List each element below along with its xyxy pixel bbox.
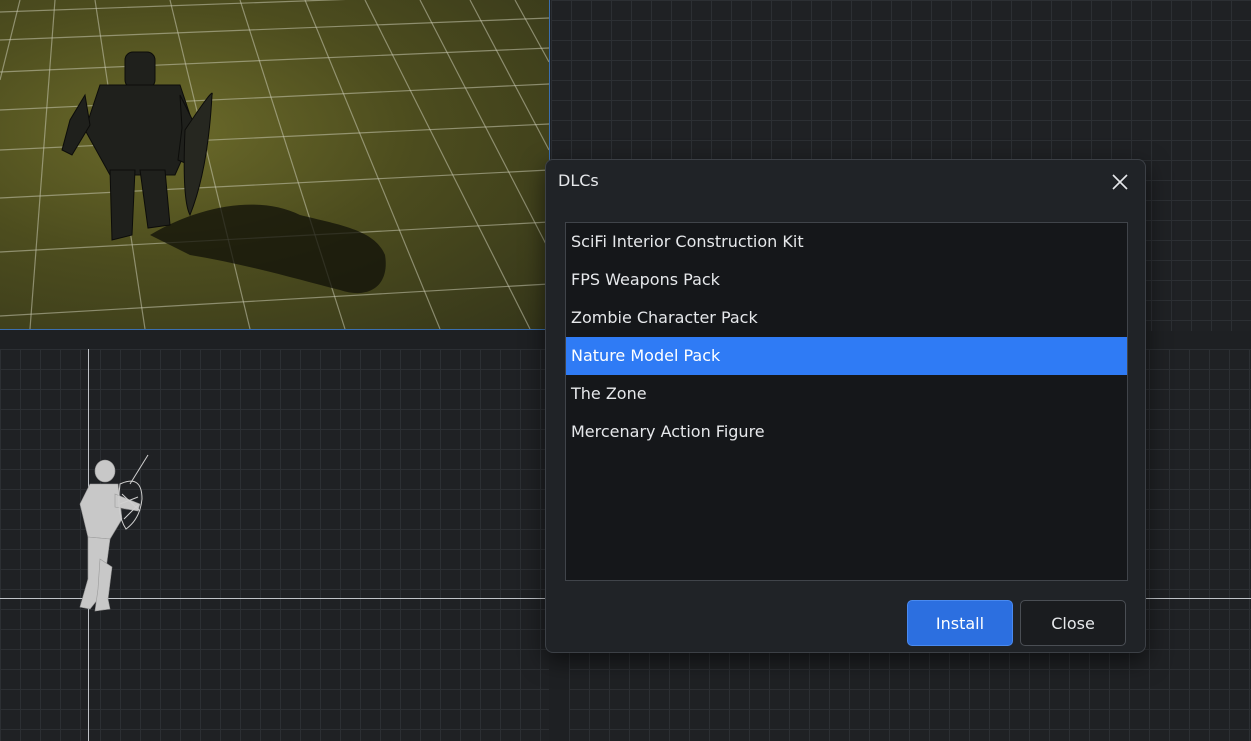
- list-item[interactable]: Zombie Character Pack: [566, 299, 1127, 337]
- side-view-viewport[interactable]: [0, 349, 549, 741]
- wireframe-figure: [79, 454, 149, 612]
- list-item[interactable]: FPS Weapons Pack: [566, 261, 1127, 299]
- close-icon[interactable]: [1107, 169, 1133, 195]
- dlc-dialog: DLCs SciFi Interior Construction Kit FPS…: [545, 159, 1146, 653]
- list-item[interactable]: SciFi Interior Construction Kit: [566, 223, 1127, 261]
- list-item[interactable]: Mercenary Action Figure: [566, 413, 1127, 451]
- close-button[interactable]: Close: [1020, 600, 1126, 646]
- dlc-list[interactable]: SciFi Interior Construction Kit FPS Weap…: [565, 222, 1128, 581]
- list-item-selected[interactable]: Nature Model Pack: [566, 337, 1127, 375]
- list-item[interactable]: The Zone: [566, 375, 1127, 413]
- install-button[interactable]: Install: [907, 600, 1013, 646]
- ground-grid: [0, 0, 549, 329]
- perspective-viewport[interactable]: [0, 0, 550, 330]
- knight-shadow: [150, 204, 386, 294]
- dialog-title: DLCs: [558, 171, 599, 190]
